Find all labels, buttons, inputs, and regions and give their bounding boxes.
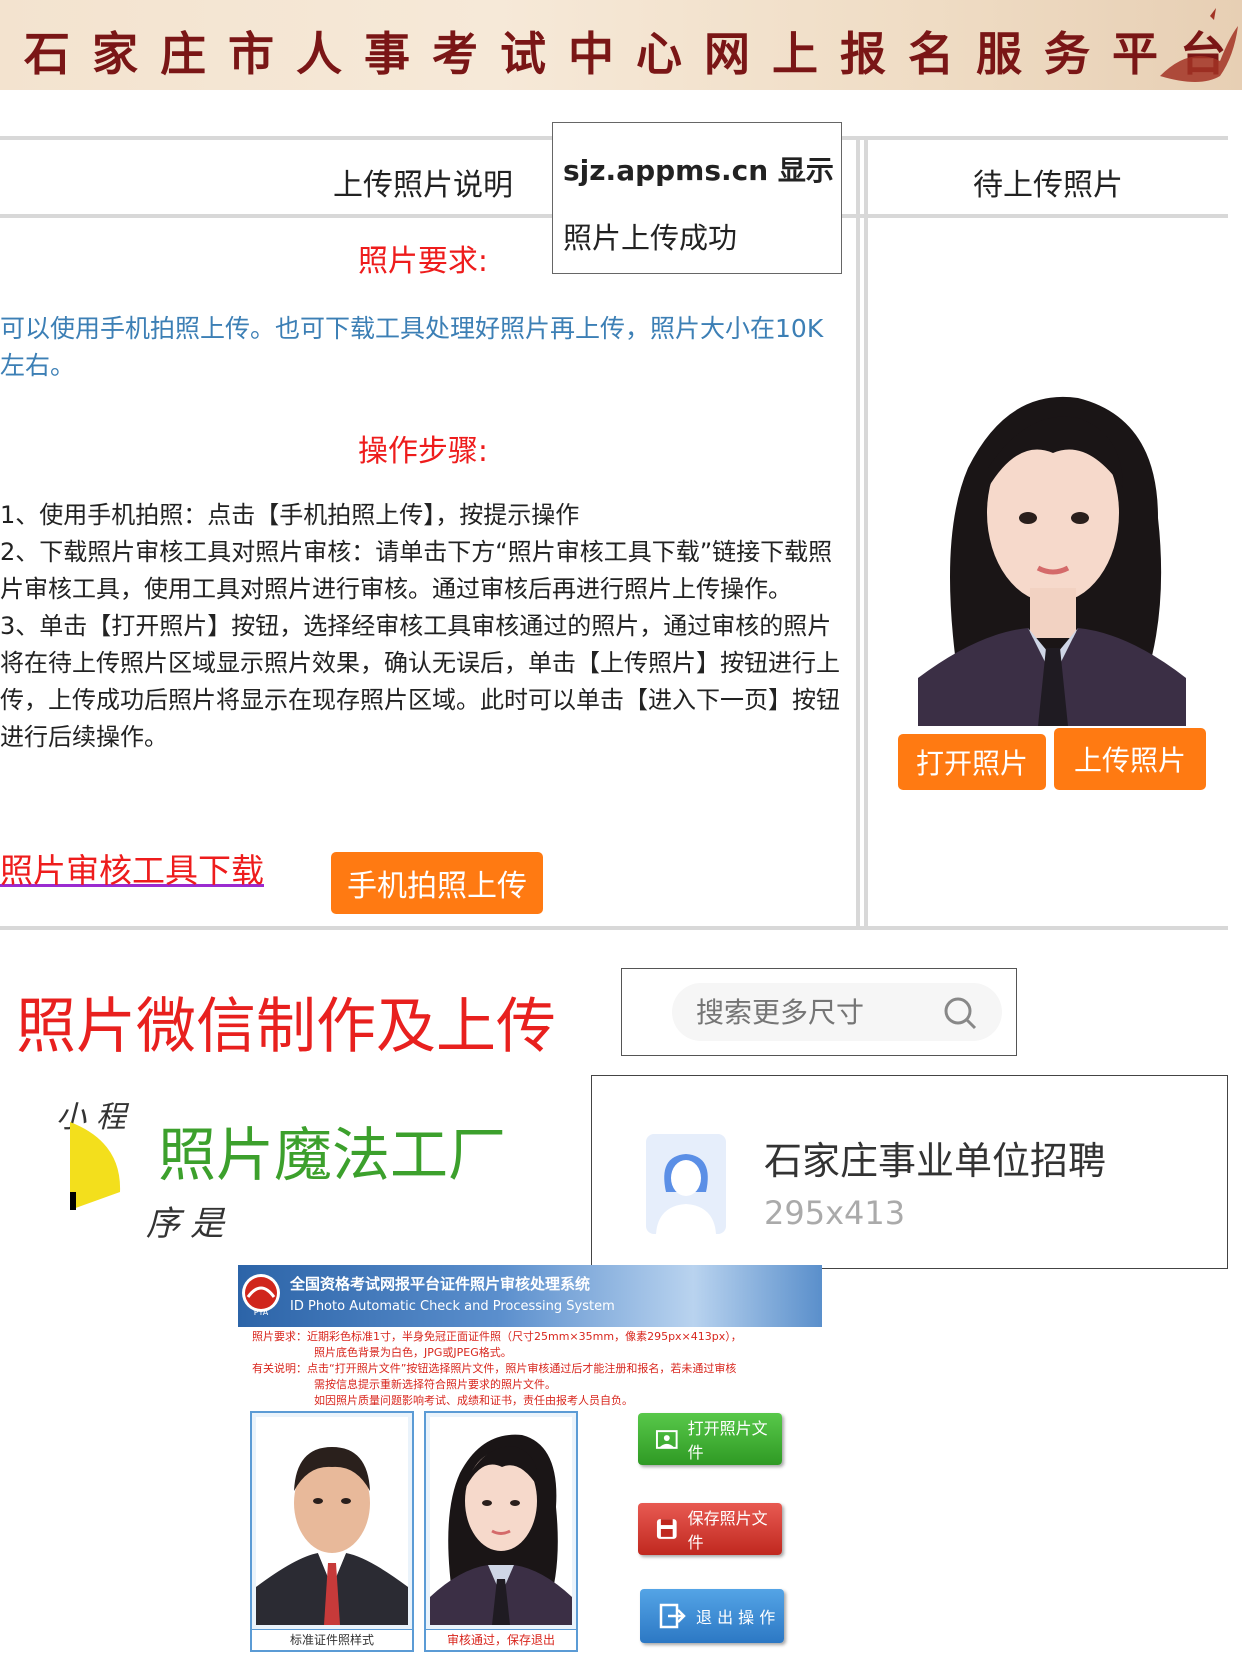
open-photo-button[interactable]: 打开照片 <box>898 734 1046 790</box>
tool-note-line3: 如因照片质量问题影响考试、成绩和证书，责任由报考人员自负。 <box>314 1394 633 1407</box>
upload-photo-button[interactable]: 上传照片 <box>1054 728 1206 790</box>
tool-note-line1: 点击“打开照片文件”按钮选择照片文件，照片审核通过后才能注册和报名，若未通过审核 <box>307 1362 737 1375</box>
tool-note-line2: 需按信息提示重新选择符合照片要求的照片文件。 <box>314 1378 556 1391</box>
tool-requirements: 照片要求：近期彩色标准1寸，半身免冠正面证件照（尺寸25mm×35mm，像素29… <box>252 1329 742 1345</box>
save-photo-file-button[interactable]: 保存照片文件 <box>638 1503 782 1555</box>
step-item: 2、下载照片审核工具对照片审核：请单击下方“照片审核工具下载”链接下载照片审核工… <box>0 538 833 603</box>
tool-notes: 有关说明：点击“打开照片文件”按钮选择照片文件，照片审核通过后才能注册和报名，若… <box>252 1361 736 1377</box>
open-photo-file-label: 打开照片文件 <box>687 1419 768 1462</box>
steps-heading: 操作步骤: <box>357 434 489 469</box>
yellow-shape-icon <box>70 1122 121 1210</box>
tool-req-line1: 近期彩色标准1寸，半身免冠正面证件照（尺寸25mm×35mm，像素295px×4… <box>307 1330 742 1343</box>
tool-header: PTA 全国资格考试网报平台证件照片审核处理系统 ID Photo Automa… <box>238 1265 822 1327</box>
table-divider-left <box>856 136 860 930</box>
exit-button[interactable]: 退 出 操 作 <box>640 1589 784 1643</box>
photo-tool-window: PTA 全国资格考试网报平台证件照片审核处理系统 ID Photo Automa… <box>238 1265 822 1660</box>
download-tool-link[interactable]: 照片审核工具下载 <box>0 844 264 892</box>
dialog-message: 照片上传成功 <box>563 221 738 255</box>
save-icon <box>656 1519 677 1539</box>
search-input[interactable] <box>694 991 938 1033</box>
result-photo-caption: 审核通过，保存退出 <box>426 1629 576 1650</box>
step-item: 3、单击【打开照片】按钮，选择经审核工具审核通过的照片，通过审核的照片将在待上传… <box>0 612 840 751</box>
size-card-dimensions: 295x413 <box>764 1194 906 1232</box>
search-box[interactable] <box>621 968 1017 1056</box>
miniapp-suffix: 序是 <box>146 1204 234 1244</box>
save-photo-file-label: 保存照片文件 <box>687 1509 768 1552</box>
right-column-header: 待上传照片 <box>973 168 1123 203</box>
search-icon[interactable] <box>942 995 978 1031</box>
site-title: 石家庄市人事考试中心网上报名服务平台 <box>24 27 1242 81</box>
svg-text:PTA: PTA <box>254 1308 269 1317</box>
requirements-text: 可以使用手机拍照上传。也可下载工具处理好照片再上传，照片大小在10K左右。 <box>0 314 824 380</box>
tool-note-label: 有关说明： <box>252 1362 307 1375</box>
sample-photo-frame: 标准证件照样式 <box>250 1411 414 1652</box>
result-photo-frame: 审核通过，保存退出 <box>424 1411 578 1652</box>
mobile-upload-button[interactable]: 手机拍照上传 <box>331 852 543 914</box>
miniapp-name: 照片魔法工厂 <box>158 1121 507 1189</box>
tool-title-en: ID Photo Automatic Check and Processing … <box>290 1299 615 1314</box>
exit-icon <box>659 1603 686 1629</box>
step-item: 1、使用手机拍照：点击【手机拍照上传】，按提示操作 <box>0 501 580 529</box>
dialog-site: sjz.appms.cn 显示 <box>563 154 834 187</box>
decoration-bird-icon <box>1160 8 1238 82</box>
promo-headline: 照片微信制作及上传 <box>16 992 556 1062</box>
size-card-title: 石家庄事业单位招聘 <box>764 1139 1107 1183</box>
size-card[interactable]: 石家庄事业单位招聘 295x413 <box>591 1075 1228 1269</box>
tool-req-label: 照片要求： <box>252 1330 307 1343</box>
header-banner: 石家庄市人事考试中心网上报名服务平台 <box>0 0 1242 90</box>
exit-label: 退 出 操 作 <box>696 1608 776 1627</box>
sample-photo-caption: 标准证件照样式 <box>252 1629 412 1650</box>
table-border-bottom <box>0 926 1228 930</box>
pending-photo <box>918 378 1186 726</box>
tool-title-cn: 全国资格考试网报平台证件照片审核处理系统 <box>290 1275 591 1293</box>
upload-success-dialog: sjz.appms.cn 显示 照片上传成功 <box>552 122 842 274</box>
search-pill[interactable] <box>672 983 1002 1041</box>
steps-list: 1、使用手机拍照：点击【手机拍照上传】，按提示操作 2、下载照片审核工具对照片审… <box>0 497 840 756</box>
open-photo-file-button[interactable]: 打开照片文件 <box>638 1413 782 1465</box>
person-avatar-icon <box>646 1134 726 1234</box>
result-photo <box>430 1417 572 1625</box>
tool-req-line2: 照片底色背景为白色，JPG或JPEG格式。 <box>314 1346 512 1359</box>
pta-logo-icon: PTA <box>242 1274 280 1317</box>
sample-photo <box>256 1417 408 1625</box>
table-divider-right <box>864 136 868 930</box>
open-file-icon <box>655 1430 678 1449</box>
